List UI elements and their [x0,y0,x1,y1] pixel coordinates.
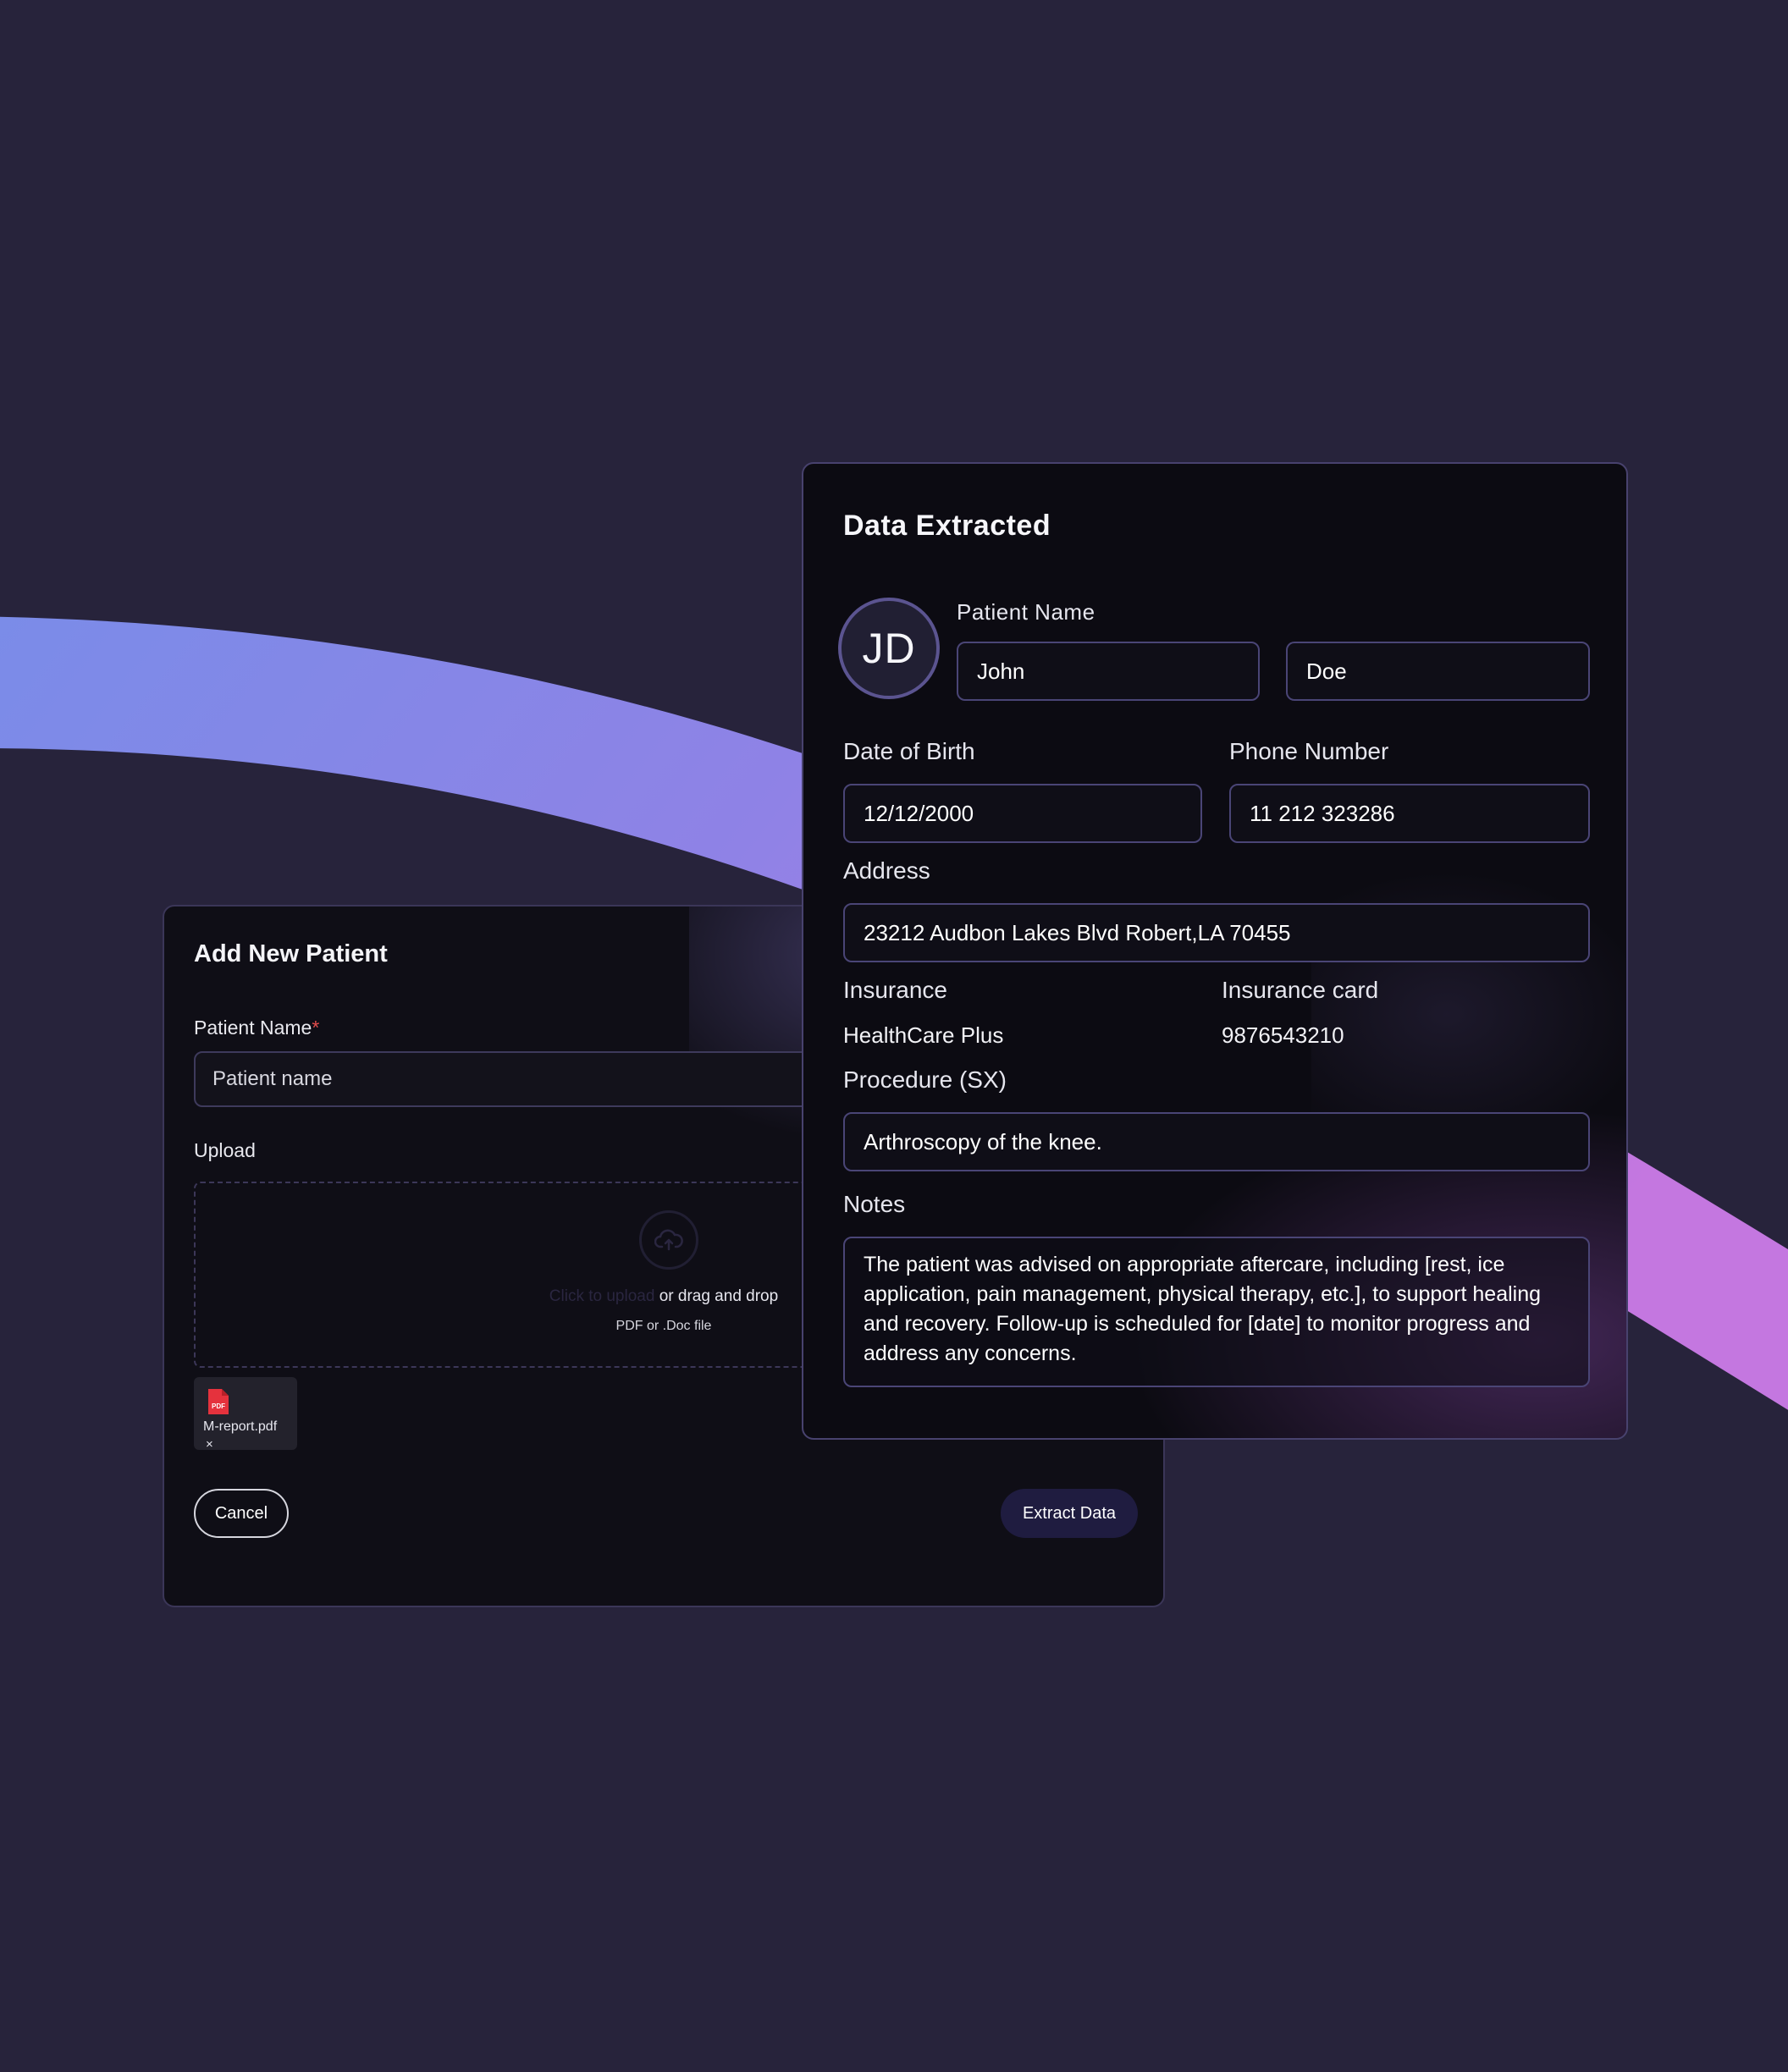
dob-label: Date of Birth [843,738,975,764]
insurance-value: HealthCare Plus [843,1022,1004,1048]
procedure-field[interactable]: Arthroscopy of the knee. [843,1112,1590,1171]
drag-drop-text: or drag and drop [654,1287,779,1305]
insurance-card-label: Insurance card [1222,977,1379,1003]
notes-field[interactable]: The patient was advised on appropriate a… [843,1237,1590,1387]
pdf-file-icon: PDF [208,1389,229,1414]
avatar: JD [838,598,940,699]
dob-field[interactable]: 12/12/2000 [843,784,1202,843]
remove-file-icon[interactable]: × [206,1438,213,1451]
cancel-button[interactable]: Cancel [194,1489,289,1538]
extract-data-button[interactable]: Extract Data [1001,1489,1138,1538]
add-patient-title: Add New Patient [194,940,388,967]
click-to-upload-link[interactable]: Click to upload [549,1287,655,1305]
last-name-field[interactable]: Doe [1286,642,1590,701]
uploaded-file-chip: PDF M-report.pdf × [194,1377,297,1451]
patient-name-label: Patient Name* [194,1017,319,1039]
address-label: Address [843,857,930,884]
required-marker: * [312,1017,320,1039]
patient-name-label: Patient Name [957,599,1095,625]
upload-label: Upload [194,1139,256,1161]
insurance-label: Insurance [843,977,947,1003]
procedure-label: Procedure (SX) [843,1066,1007,1093]
file-name: M-report.pdf [203,1419,278,1434]
notes-label: Notes [843,1191,906,1217]
pdf-icon-text: PDF [212,1402,225,1410]
first-name-field[interactable]: John [957,642,1260,701]
address-field[interactable]: 23212 Audbon Lakes Blvd Robert,LA 70455 [843,903,1590,962]
insurance-card-value: 9876543210 [1222,1022,1344,1048]
phone-label: Phone Number [1229,738,1389,764]
data-extracted-title: Data Extracted [843,510,1051,542]
data-extracted-card: Data Extracted JD Patient Name John Doe … [802,462,1628,1440]
patient-name-label-text: Patient Name [194,1017,312,1039]
phone-field[interactable]: 11 212 323286 [1229,784,1590,843]
upload-cloud-icon [639,1210,698,1270]
